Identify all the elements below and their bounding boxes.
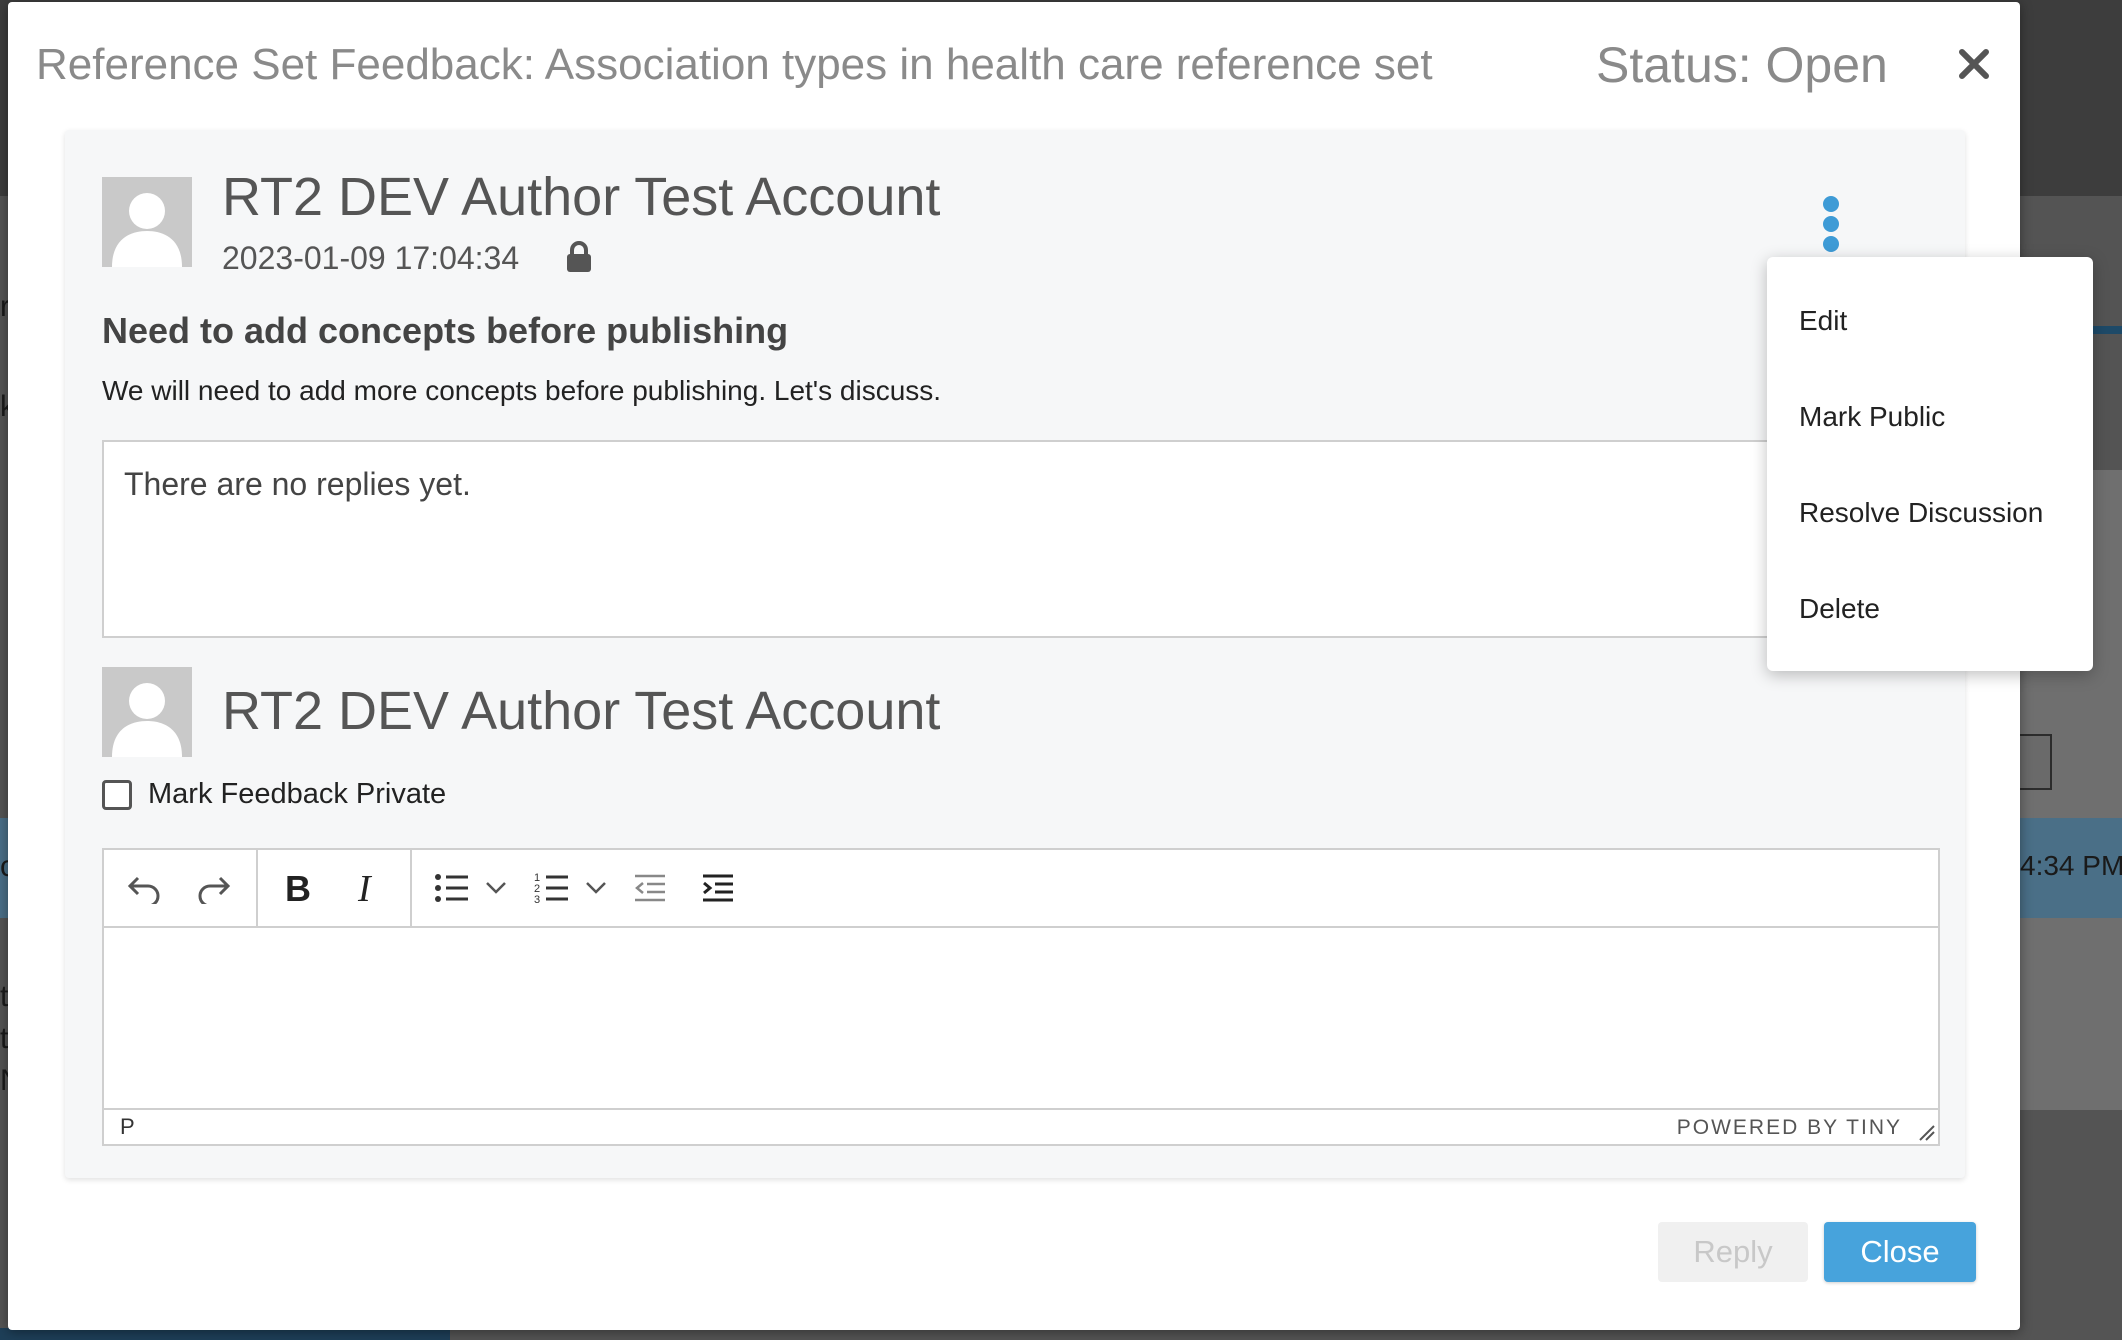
status-label: Status: Open <box>1596 37 1888 93</box>
rich-text-editor: B I 123 P POWERED BY TINY <box>102 848 1940 1146</box>
feedback-card: RT2 DEV Author Test Account 2023-01-09 1… <box>65 130 1965 1178</box>
avatar <box>102 177 192 267</box>
bold-icon[interactable]: B <box>276 868 320 908</box>
editor-statusbar: P POWERED BY TINY <box>104 1108 1938 1144</box>
redo-icon[interactable] <box>194 868 234 908</box>
feedback-body: We will need to add more concepts before… <box>102 375 942 406</box>
chevron-down-icon[interactable] <box>584 868 608 908</box>
mark-private-checkbox[interactable] <box>102 779 132 810</box>
indent-icon[interactable] <box>698 868 738 908</box>
feedback-subject: Need to add concepts before publishing <box>102 310 789 351</box>
close-button[interactable]: Close <box>1824 1222 1976 1282</box>
editor-text-area[interactable] <box>104 928 1938 1110</box>
reply-button[interactable]: Reply <box>1658 1222 1808 1282</box>
avatar <box>102 667 192 757</box>
menu-item-mark-public[interactable]: Mark Public <box>1799 401 1945 433</box>
svg-text:3: 3 <box>534 894 540 905</box>
chevron-down-icon[interactable] <box>484 868 508 908</box>
options-menu: Edit Mark Public Resolve Discussion Dele… <box>1767 257 2093 671</box>
background-time-text: 4:34 PM <box>2020 850 2122 881</box>
more-options-icon[interactable] <box>1817 196 1845 256</box>
resize-handle-icon[interactable] <box>1916 1122 1936 1142</box>
tiny-branding-link[interactable]: POWERED BY TINY <box>1677 1116 1902 1140</box>
feedback-modal: Reference Set Feedback: Association type… <box>8 2 2020 1330</box>
svg-text:B: B <box>285 871 311 905</box>
lock-icon <box>565 240 593 279</box>
menu-item-delete[interactable]: Delete <box>1799 593 1880 625</box>
outdent-icon[interactable] <box>630 868 670 908</box>
bullet-list-icon[interactable] <box>432 868 472 908</box>
author-name: RT2 DEV Author Test Account <box>222 167 941 227</box>
timestamp: 2023-01-09 17:04:34 <box>222 240 520 276</box>
reply-author-name: RT2 DEV Author Test Account <box>222 681 941 741</box>
undo-icon[interactable] <box>124 868 164 908</box>
editor-toolbar: B I 123 <box>104 850 1938 928</box>
menu-item-resolve-discussion[interactable]: Resolve Discussion <box>1799 497 2043 529</box>
menu-item-edit[interactable]: Edit <box>1799 305 1847 337</box>
mark-private-label[interactable]: Mark Feedback Private <box>148 778 446 811</box>
italic-icon[interactable]: I <box>344 868 388 908</box>
close-icon[interactable] <box>1952 42 1996 86</box>
svg-text:I: I <box>357 871 373 905</box>
numbered-list-icon[interactable]: 123 <box>532 868 572 908</box>
element-path[interactable]: P <box>120 1114 135 1140</box>
replies-panel: There are no replies yet. <box>102 440 1926 638</box>
replies-empty-text: There are no replies yet. <box>124 466 471 502</box>
private-checkbox-row: Mark Feedback Private <box>102 778 446 811</box>
modal-title: Reference Set Feedback: Association type… <box>36 40 1433 89</box>
